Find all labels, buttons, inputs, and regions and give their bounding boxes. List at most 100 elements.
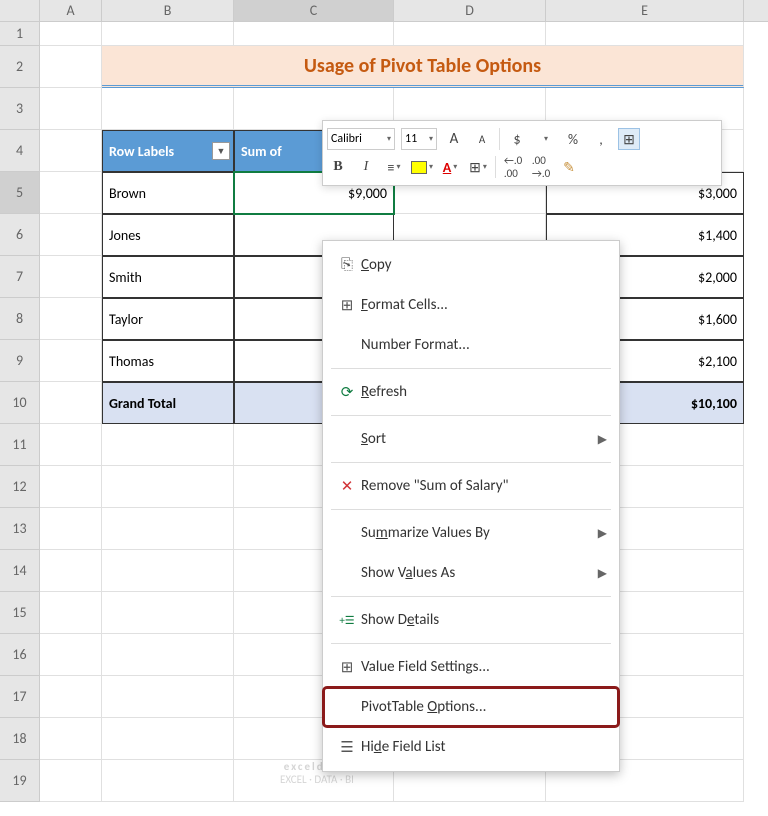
cell-a8[interactable] [40,298,102,340]
row-header-13[interactable]: 13 [0,508,40,550]
bold-button[interactable]: B [327,156,349,178]
cell-a14[interactable] [40,550,102,592]
fill-color-button[interactable] [411,156,433,178]
cell-b8[interactable]: Taylor [102,298,234,340]
cell-b19[interactable] [102,760,234,802]
menu-pivottable-options[interactable]: PivotTable Options... [323,687,619,727]
currency-button[interactable]: $ [506,128,528,150]
submenu-arrow-icon: ▶ [598,526,607,541]
row-header-7[interactable]: 7 [0,256,40,298]
row-header-19[interactable]: 19 [0,760,40,802]
comma-button[interactable]: , [590,128,612,150]
cell-b7[interactable]: Smith [102,256,234,298]
cell-d1[interactable] [394,22,546,46]
font-color-button[interactable]: A [439,156,461,178]
cell-a10[interactable] [40,382,102,424]
col-header-d[interactable]: D [394,0,546,21]
menu-format-cells[interactable]: ⊞ Format Cells... [323,285,619,325]
cell-b17[interactable] [102,676,234,718]
col-header-c[interactable]: C [234,0,394,21]
menu-copy[interactable]: ⎘ Copy [323,245,619,285]
cell-a17[interactable] [40,676,102,718]
cell-a15[interactable] [40,592,102,634]
menu-number-format[interactable]: Number Format... [323,325,619,365]
cell-b14[interactable] [102,550,234,592]
row-header-17[interactable]: 17 [0,676,40,718]
cell-b15[interactable] [102,592,234,634]
menu-show-details[interactable]: +☰ Show Details [323,600,619,640]
row-header-15[interactable]: 15 [0,592,40,634]
row-header-10[interactable]: 10 [0,382,40,424]
cell-a19[interactable] [40,760,102,802]
row-header-9[interactable]: 9 [0,340,40,382]
cell-a9[interactable] [40,340,102,382]
row-header-4[interactable]: 4 [0,130,40,172]
row-header-8[interactable]: 8 [0,298,40,340]
cell-b12[interactable] [102,466,234,508]
cell-b16[interactable] [102,634,234,676]
decrease-font-button[interactable]: A [471,128,493,150]
cell-b5[interactable]: Brown [102,172,234,214]
row-header-6[interactable]: 6 [0,214,40,256]
cell-a6[interactable] [40,214,102,256]
cell-c1[interactable] [234,22,394,46]
row-header-11[interactable]: 11 [0,424,40,466]
cell-a5[interactable] [40,172,102,214]
menu-hide-field-list[interactable]: ☰ Hide Field List [323,727,619,767]
menu-show-values[interactable]: Show Values As ▶ [323,553,619,593]
cell-b10[interactable]: Grand Total [102,382,234,424]
row-header-3[interactable]: 3 [0,88,40,130]
col-header-a[interactable]: A [40,0,102,21]
rowlabels-dropdown-icon[interactable]: ▼ [212,142,230,160]
row-header-5[interactable]: 5 [0,172,40,214]
currency-dropdown[interactable] [534,128,556,150]
font-size-selector[interactable]: 11▾ [401,128,437,150]
row-header-2[interactable]: 2 [0,46,40,88]
row-header-1[interactable]: 1 [0,22,40,46]
mini-toolbar: Calibri▾ 11▾ A A $ % , ⊞ B I ≡ A ⊞ ←.0.0… [322,120,722,186]
cell-a7[interactable] [40,256,102,298]
font-name-selector[interactable]: Calibri▾ [327,128,395,150]
cell-b9[interactable]: Thomas [102,340,234,382]
format-painter-button[interactable]: ✎ [558,156,580,178]
cell-b3[interactable] [102,88,234,130]
select-all-corner[interactable] [0,0,40,21]
cell-b11[interactable] [102,424,234,466]
percent-button[interactable]: % [562,128,584,150]
cell-a11[interactable] [40,424,102,466]
title-cell[interactable]: Usage of Pivot Table Options [102,46,744,88]
cell-a18[interactable] [40,718,102,760]
cell-e1[interactable] [546,22,744,46]
menu-remove[interactable]: ✕ Remove "Sum of Salary" [323,466,619,506]
cell-a16[interactable] [40,634,102,676]
separator-icon [495,156,496,178]
col-header-b[interactable]: B [102,0,234,21]
menu-sort[interactable]: Sort ▶ [323,419,619,459]
merge-button[interactable]: ⊞ [618,128,640,150]
cell-a3[interactable] [40,88,102,130]
cell-b18[interactable] [102,718,234,760]
align-button[interactable]: ≡ [383,156,405,178]
increase-font-button[interactable]: A [443,128,465,150]
col-header-e[interactable]: E [546,0,744,21]
pivot-header-rowlabels[interactable]: Row Labels▼ [102,130,234,172]
cell-b6[interactable]: Jones [102,214,234,256]
menu-value-field-settings[interactable]: ⊞ Value Field Settings... [323,647,619,687]
menu-refresh[interactable]: ⟳ Refresh [323,372,619,412]
borders-button[interactable]: ⊞ [467,156,489,178]
cell-b1[interactable] [102,22,234,46]
cell-b13[interactable] [102,508,234,550]
cell-a12[interactable] [40,466,102,508]
cell-a13[interactable] [40,508,102,550]
row-header-16[interactable]: 16 [0,634,40,676]
row-header-18[interactable]: 18 [0,718,40,760]
decrease-decimal-button[interactable]: .00→.0 [530,156,552,178]
row-header-12[interactable]: 12 [0,466,40,508]
cell-a1[interactable] [40,22,102,46]
cell-a2[interactable] [40,46,102,88]
increase-decimal-button[interactable]: ←.0.00 [502,156,524,178]
menu-summarize[interactable]: Summarize Values By ▶ [323,513,619,553]
italic-button[interactable]: I [355,156,377,178]
cell-a4[interactable] [40,130,102,172]
row-header-14[interactable]: 14 [0,550,40,592]
